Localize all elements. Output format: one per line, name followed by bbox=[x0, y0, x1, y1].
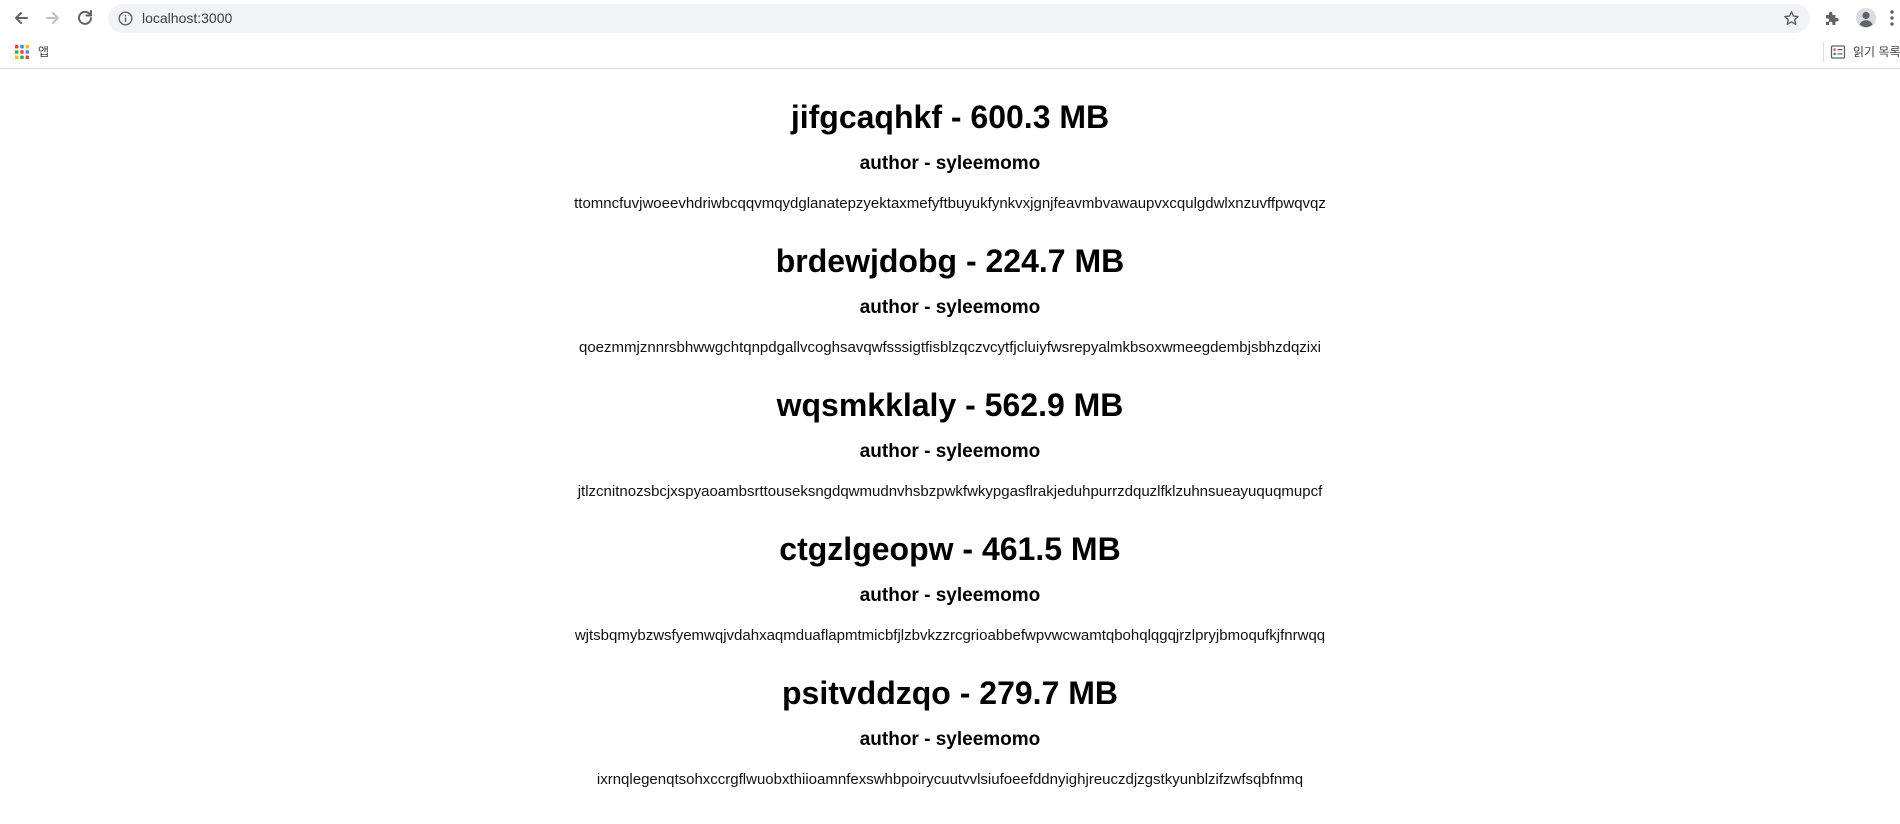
profile-avatar-icon[interactable] bbox=[1855, 7, 1877, 29]
reload-button[interactable] bbox=[73, 6, 97, 30]
reading-list-button[interactable]: 읽기 목록 bbox=[1853, 43, 1900, 60]
bookmarks-bar: 앱 읽기 목록 bbox=[0, 36, 1900, 69]
post-body: ixrnqlegenqtsohxccrgflwuobxthiioamnfexsw… bbox=[596, 771, 1304, 788]
post-item: ctgzlgeopw - 461.5 MB author - syleemomo… bbox=[0, 501, 1900, 645]
post-title: jifgcaqhkf - 600.3 MB bbox=[790, 99, 1110, 135]
bookmark-star-icon[interactable] bbox=[1783, 10, 1800, 27]
post-item: jifgcaqhkf - 600.3 MB author - syleemomo… bbox=[0, 69, 1900, 213]
post-body: qoezmmjznnrsbhwwgchtqnpdgallvcoghsavqwfs… bbox=[579, 339, 1321, 356]
post-author: author - syleemomo bbox=[859, 441, 1041, 462]
apps-grid-icon[interactable] bbox=[14, 44, 30, 60]
post-title: brdewjdobg - 224.7 MB bbox=[775, 243, 1125, 279]
post-body: ttomncfuvjwoeevhdriwbcqqvmqydglanatepzye… bbox=[574, 195, 1326, 212]
back-arrow-icon bbox=[15, 12, 28, 24]
post-body: wjtsbqmybzwsfyemwqjvdahxaqmduaflapmtmicb… bbox=[574, 627, 1326, 644]
bookmarks-divider bbox=[1823, 42, 1824, 62]
post-item: psitvddzqo - 279.7 MB author - syleemomo… bbox=[0, 645, 1900, 789]
url-text[interactable]: localhost:3000 bbox=[142, 10, 232, 27]
browser-window: localhost:3000 앱 읽기 목록 jifgcaqhkf - 600.… bbox=[0, 0, 1900, 824]
post-body: jtlzcnitnozsbcjxspyaoambsrttouseksngdqwm… bbox=[577, 483, 1323, 500]
info-icon[interactable] bbox=[118, 11, 133, 26]
forward-button[interactable] bbox=[41, 6, 65, 30]
post-title: ctgzlgeopw - 461.5 MB bbox=[779, 531, 1121, 567]
post-item: wqsmkklaly - 562.9 MB author - syleemomo… bbox=[0, 357, 1900, 501]
post-author: author - syleemomo bbox=[859, 585, 1041, 606]
more-menu-icon[interactable] bbox=[1889, 9, 1895, 27]
post-author: author - syleemomo bbox=[859, 297, 1041, 318]
extensions-puzzle-icon[interactable] bbox=[1823, 9, 1841, 27]
post-title: psitvddzqo - 279.7 MB bbox=[781, 675, 1119, 711]
post-author: author - syleemomo bbox=[859, 729, 1041, 750]
back-button[interactable] bbox=[9, 6, 33, 30]
post-title: wqsmkklaly - 562.9 MB bbox=[776, 387, 1124, 423]
page-content: jifgcaqhkf - 600.3 MB author - syleemomo… bbox=[0, 69, 1900, 824]
apps-bookmark[interactable]: 앱 bbox=[38, 43, 49, 60]
reading-list-icon[interactable] bbox=[1830, 44, 1846, 60]
reload-icon bbox=[78, 10, 92, 25]
post-item: brdewjdobg - 224.7 MB author - syleemomo… bbox=[0, 213, 1900, 357]
browser-toolbar: localhost:3000 bbox=[0, 0, 1900, 36]
post-author: author - syleemomo bbox=[859, 153, 1041, 174]
address-bar[interactable]: localhost:3000 bbox=[108, 4, 1810, 33]
forward-arrow-icon bbox=[46, 12, 59, 24]
